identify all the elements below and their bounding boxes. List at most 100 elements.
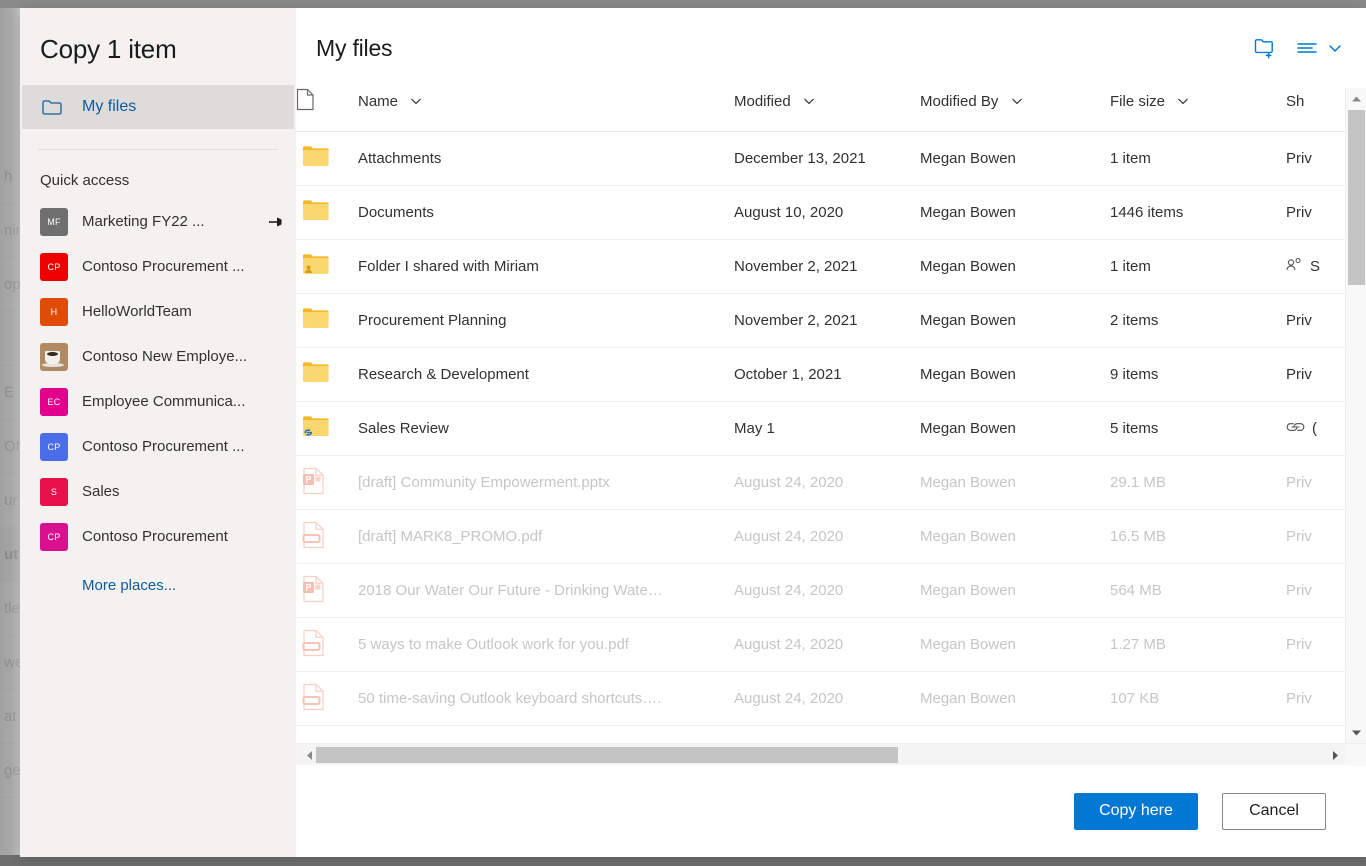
sharing-label: Priv [1286, 636, 1312, 653]
file-size-cell: 2 items [1110, 294, 1286, 348]
modified-by-cell: Megan Bowen [920, 132, 1110, 186]
quick-access-item-label: Contoso Procurement ... [82, 438, 284, 455]
quick-access-heading: Quick access [20, 150, 296, 199]
sharing-cell: Priv [1286, 294, 1345, 348]
file-table: Name Modified Modified By [296, 88, 1345, 726]
link-icon [1286, 420, 1305, 437]
table-row[interactable]: 50 time-saving Outlook keyboard shortcut… [296, 672, 1345, 726]
avatar: CP [40, 433, 68, 461]
svg-text:P: P [305, 474, 311, 484]
quick-access-item[interactable]: SSales [20, 469, 296, 514]
pin-icon[interactable] [268, 215, 284, 229]
pdf-file-icon [296, 618, 358, 672]
avatar: EC [40, 388, 68, 416]
quick-access-item[interactable]: CPContoso Procurement [20, 514, 296, 559]
file-name-cell: Attachments [358, 132, 734, 186]
dialog-footer: Copy here Cancel [296, 765, 1366, 857]
copy-here-button[interactable]: Copy here [1074, 793, 1198, 830]
column-header-file-size[interactable]: File size [1110, 88, 1286, 132]
modified-by-cell: Megan Bowen [920, 348, 1110, 402]
column-header-modified-label: Modified [734, 93, 791, 110]
sharing-label: Priv [1286, 528, 1312, 545]
quick-access-item[interactable]: MFMarketing FY22 ... [20, 199, 296, 244]
column-header-sharing[interactable]: Sh [1286, 88, 1345, 132]
quick-access-list: MFMarketing FY22 ...CPContoso Procuremen… [20, 199, 296, 559]
file-browser-panel: My files [296, 8, 1366, 857]
sharing-cell: Priv [1286, 186, 1345, 240]
modified-cell: August 24, 2020 [734, 510, 920, 564]
sharing-label: S [1310, 258, 1320, 275]
file-table-header: Name Modified Modified By [296, 88, 1345, 132]
quick-access-item-label: Marketing FY22 ... [82, 213, 262, 230]
scroll-up-arrow-icon[interactable] [1346, 88, 1366, 109]
table-row[interactable]: P2018 Our Water Our Future - Drinking Wa… [296, 564, 1345, 618]
column-header-modified-by-label: Modified By [920, 93, 998, 110]
horizontal-scrollbar-thumb[interactable] [316, 747, 898, 763]
table-row[interactable]: Sales ReviewMay 1Megan Bowen5 items( [296, 402, 1345, 456]
quick-access-item-label: Contoso New Employe... [82, 348, 284, 365]
modified-by-cell: Megan Bowen [920, 240, 1110, 294]
folder-link-icon [296, 402, 358, 456]
modified-cell: August 24, 2020 [734, 456, 920, 510]
modified-by-cell: Megan Bowen [920, 456, 1110, 510]
modified-by-cell: Megan Bowen [920, 510, 1110, 564]
sharing-label: Priv [1286, 366, 1312, 383]
table-row[interactable]: P [draft] Community Empowerment.pptxAugus… [296, 456, 1345, 510]
column-header-modified-by[interactable]: Modified By [920, 88, 1110, 132]
sharing-cell: ( [1286, 402, 1345, 456]
quick-access-item-label: HelloWorldTeam [82, 303, 284, 320]
column-header-modified[interactable]: Modified [734, 88, 920, 132]
new-folder-icon[interactable] [1254, 37, 1278, 59]
quick-access-item[interactable]: CP Contoso Procurement ... [20, 424, 296, 469]
quick-access-item[interactable]: HHelloWorldTeam [20, 289, 296, 334]
folder-icon [296, 186, 358, 240]
file-name-cell: Procurement Planning [358, 294, 734, 348]
file-name-cell: Sales Review [358, 402, 734, 456]
chevron-down-icon [1176, 96, 1190, 106]
more-places-link[interactable]: More places... [20, 559, 296, 594]
sharing-label: Priv [1286, 582, 1312, 599]
scroll-right-arrow-icon[interactable] [1326, 744, 1344, 766]
sidebar-item-my-files[interactable]: My files [22, 85, 294, 129]
file-name-cell: [draft] MARK8_PROMO.pdf [358, 510, 734, 564]
modified-by-cell: Megan Bowen [920, 564, 1110, 618]
quick-access-item-label: Contoso Procurement ... [82, 258, 284, 275]
modified-cell: August 24, 2020 [734, 618, 920, 672]
sharing-cell: Priv [1286, 672, 1345, 726]
avatar [40, 343, 68, 371]
modified-by-cell: Megan Bowen [920, 618, 1110, 672]
file-name-cell: 50 time-saving Outlook keyboard shortcut… [358, 672, 734, 726]
table-row[interactable]: AttachmentsDecember 13, 2021Megan Bowen1… [296, 132, 1345, 186]
sharing-cell: Priv [1286, 510, 1345, 564]
quick-access-item[interactable]: EC Employee Communica... [20, 379, 296, 424]
file-size-cell: 1 item [1110, 240, 1286, 294]
vertical-scrollbar[interactable] [1345, 88, 1366, 743]
quick-access-item[interactable]: Contoso New Employe... [20, 334, 296, 379]
modified-cell: May 1 [734, 402, 920, 456]
sharing-label: Priv [1286, 474, 1312, 491]
view-options-icon[interactable] [1296, 40, 1344, 56]
scroll-down-arrow-icon[interactable] [1346, 722, 1366, 743]
sharing-label: Priv [1286, 690, 1312, 707]
file-name-cell: Folder I shared with Miriam [358, 240, 734, 294]
quick-access-item-label: Employee Communica... [82, 393, 284, 410]
table-row[interactable]: DocumentsAugust 10, 2020Megan Bowen1446 … [296, 186, 1345, 240]
column-header-name[interactable]: Name [358, 88, 734, 132]
sharing-cell: S [1286, 240, 1345, 294]
quick-access-item[interactable]: CPContoso Procurement ... [20, 244, 296, 289]
table-row[interactable]: Research & DevelopmentOctober 1, 2021Meg… [296, 348, 1345, 402]
sharing-label: Priv [1286, 312, 1312, 329]
table-row[interactable]: 5 ways to make Outlook work for you.pdfA… [296, 618, 1345, 672]
vertical-scrollbar-thumb[interactable] [1348, 110, 1365, 285]
horizontal-scrollbar[interactable] [296, 743, 1366, 765]
folder-icon [296, 348, 358, 402]
cancel-button[interactable]: Cancel [1222, 793, 1326, 830]
table-row[interactable]: Procurement PlanningNovember 2, 2021Mega… [296, 294, 1345, 348]
dialog-title: Copy 1 item [20, 34, 296, 65]
table-row[interactable]: [draft] MARK8_PROMO.pdfAugust 24, 2020Me… [296, 510, 1345, 564]
file-type-icon [296, 98, 315, 115]
table-row[interactable]: Folder I shared with MiriamNovember 2, 2… [296, 240, 1345, 294]
sharing-label: Priv [1286, 150, 1312, 167]
column-header-icon[interactable] [296, 88, 358, 132]
file-name-cell: [draft] Community Empowerment.pptx [358, 456, 734, 510]
